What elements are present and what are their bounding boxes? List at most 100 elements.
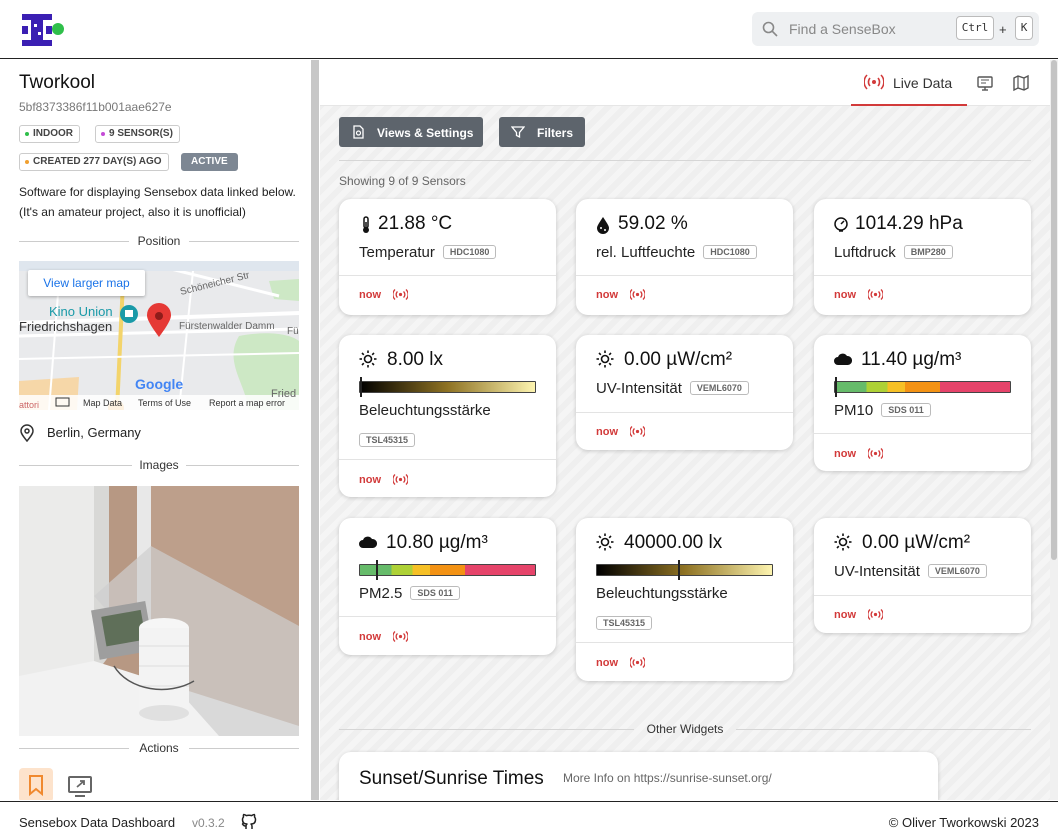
cloud-icon: [834, 353, 852, 365]
box-description: Software for displaying Sensebox data li…: [19, 185, 296, 219]
main-panel: Live Data Views & Settings Filters Showi…: [320, 60, 1058, 800]
sun-icon: [596, 533, 614, 551]
updated-now: now: [834, 448, 856, 460]
sensor-card[interactable]: 0.00 µW/cm² UV-Intensität VEML6070 now: [814, 518, 1031, 633]
sidebar: Tworkool 5bf8373386f11b001aae627e INDOOR…: [0, 60, 311, 800]
sidebar-scrollbar[interactable]: [311, 60, 319, 800]
sensor-value: 0.00 µW/cm²: [624, 349, 733, 370]
pm-level-bar: [834, 377, 1011, 397]
view-larger-map-link[interactable]: View larger map: [28, 270, 145, 296]
sensor-card[interactable]: 0.00 µW/cm² UV-Intensität VEML6070 now: [576, 335, 793, 450]
sensor-model-chip: HDC1080: [703, 245, 757, 259]
position-heading: Position: [137, 234, 181, 248]
sensor-name: UV-Intensität: [834, 563, 920, 580]
sensor-name: Temperatur: [359, 244, 435, 261]
sensor-name: PM2.5: [359, 585, 403, 602]
level-marker: [375, 560, 378, 580]
droplet-icon: [597, 217, 609, 234]
created-label: CREATED 277 DAY(S) AGO: [33, 156, 162, 167]
sensor-value: 40000.00 lx: [624, 532, 723, 553]
map-icon[interactable]: [1012, 74, 1030, 92]
main-scrollbar[interactable]: [1050, 60, 1058, 800]
sensor-value: 59.02 %: [618, 213, 688, 234]
monitor-icon[interactable]: [976, 74, 994, 92]
toolbar-divider: [339, 160, 1031, 161]
sensor-model-chip: SDS 011: [410, 586, 460, 600]
google-logo: Google: [135, 376, 183, 392]
other-widgets-heading: Other Widgets: [646, 722, 724, 736]
box-title: Tworkool: [19, 72, 96, 93]
live-signal-icon: [630, 657, 645, 668]
sensebox-logo[interactable]: [20, 12, 66, 48]
sensor-card[interactable]: 11.40 µg/m³ PM10 SDS 011 now: [814, 335, 1031, 471]
sensor-card[interactable]: 40000.00 lx Beleuchtungsstärke TSL45315 …: [576, 518, 793, 681]
updated-now: now: [596, 289, 618, 301]
sensor-count-label: 9 SENSOR(S): [109, 128, 173, 139]
tab-live-label: Live Data: [893, 75, 953, 91]
level-marker: [835, 377, 837, 397]
main-scrollbar-thumb[interactable]: [1051, 60, 1057, 560]
sensor-card[interactable]: 21.88 °C Temperatur HDC1080 now: [339, 199, 556, 315]
sensor-value: 8.00 lx: [387, 349, 443, 370]
sensor-model-chip: VEML6070: [927, 564, 987, 578]
sunset-widget: Sunset/Sunrise Times More Info on https:…: [339, 752, 938, 800]
sensor-model-chip: TSL45315: [596, 616, 653, 630]
sun-icon: [359, 350, 377, 368]
sunset-more-info[interactable]: More Info on https://sunrise-sunset.org/: [563, 771, 772, 785]
shortcut-plus: +: [999, 22, 1007, 37]
actions-heading: Actions: [139, 741, 179, 755]
tab-live-data[interactable]: Live Data: [851, 60, 967, 106]
photo-image: [19, 486, 299, 736]
status-badge: ACTIVE: [181, 153, 238, 171]
sensor-card[interactable]: 1014.29 hPa Luftdruck BMP280 now: [814, 199, 1031, 315]
sensor-name: Beleuchtungsstärke: [359, 402, 491, 419]
updated-now: now: [596, 426, 618, 438]
search-box[interactable]: Find a SenseBox Ctrl + K: [752, 12, 1039, 46]
sensor-value: 21.88 °C: [378, 213, 453, 234]
filters-label: Filters: [537, 126, 574, 140]
broadcast-icon: [864, 74, 884, 90]
map-report-link[interactable]: Report a map error: [209, 398, 285, 408]
purple-dot-icon: [101, 132, 105, 136]
sensebox-photo[interactable]: [19, 486, 299, 736]
sensor-card[interactable]: 10.80 µg/m³ PM2.5 SDS 011 now: [339, 518, 556, 655]
green-dot-icon: [25, 132, 29, 136]
bookmark-button[interactable]: [19, 768, 53, 800]
sensor-card[interactable]: 59.02 % rel. Luftfeuchte HDC1080 now: [576, 199, 793, 315]
map-pin-icon: [20, 424, 34, 442]
map-area: Friedrichshagen: [19, 319, 112, 334]
sun-icon: [596, 350, 614, 368]
updated-now: now: [834, 609, 856, 621]
open-external-button[interactable]: [63, 768, 97, 800]
sensor-name: UV-Intensität: [596, 380, 682, 397]
level-marker: [677, 560, 680, 580]
sensor-model-chip: BMP280: [903, 245, 953, 259]
github-icon[interactable]: [240, 813, 258, 831]
sensor-model-chip: TSL45315: [359, 433, 416, 447]
live-signal-icon: [393, 474, 408, 485]
sensor-card[interactable]: 8.00 lx Beleuchtungsstärke TSL45315 now: [339, 335, 556, 497]
exposure-label: INDOOR: [33, 128, 73, 139]
sensor-name: PM10: [834, 402, 874, 419]
map-data-link[interactable]: Map Data: [83, 398, 122, 408]
sensor-value: 11.40 µg/m³: [861, 349, 962, 370]
created-badge: CREATED 277 DAY(S) AGO: [19, 153, 169, 171]
location-text: Berlin, Germany: [47, 425, 141, 440]
search-icon: [762, 21, 778, 37]
thermometer-icon: [363, 216, 369, 233]
sensor-name: Beleuchtungsstärke: [596, 585, 728, 602]
location-map[interactable]: Schöneicher Str Fürstenwalder Damm Fü Ki…: [19, 261, 299, 410]
sensor-count-badge: 9 SENSOR(S): [95, 125, 180, 143]
sensor-value: 1014.29 hPa: [855, 213, 963, 234]
map-terms-link[interactable]: Terms of Use: [138, 398, 191, 408]
updated-now: now: [359, 289, 381, 301]
cloud-icon: [359, 536, 377, 548]
views-settings-button[interactable]: Views & Settings: [339, 117, 483, 147]
sunset-title: Sunset/Sunrise Times: [359, 768, 544, 789]
sensor-value: 0.00 µW/cm²: [862, 532, 971, 553]
app-footer: Sensebox Data Dashboard v0.3.2 © Oliver …: [0, 801, 1058, 840]
filters-button[interactable]: Filters: [499, 117, 585, 147]
sensor-name: rel. Luftfeuchte: [596, 244, 696, 261]
updated-now: now: [596, 657, 618, 669]
lux-level-bar: [596, 560, 773, 580]
